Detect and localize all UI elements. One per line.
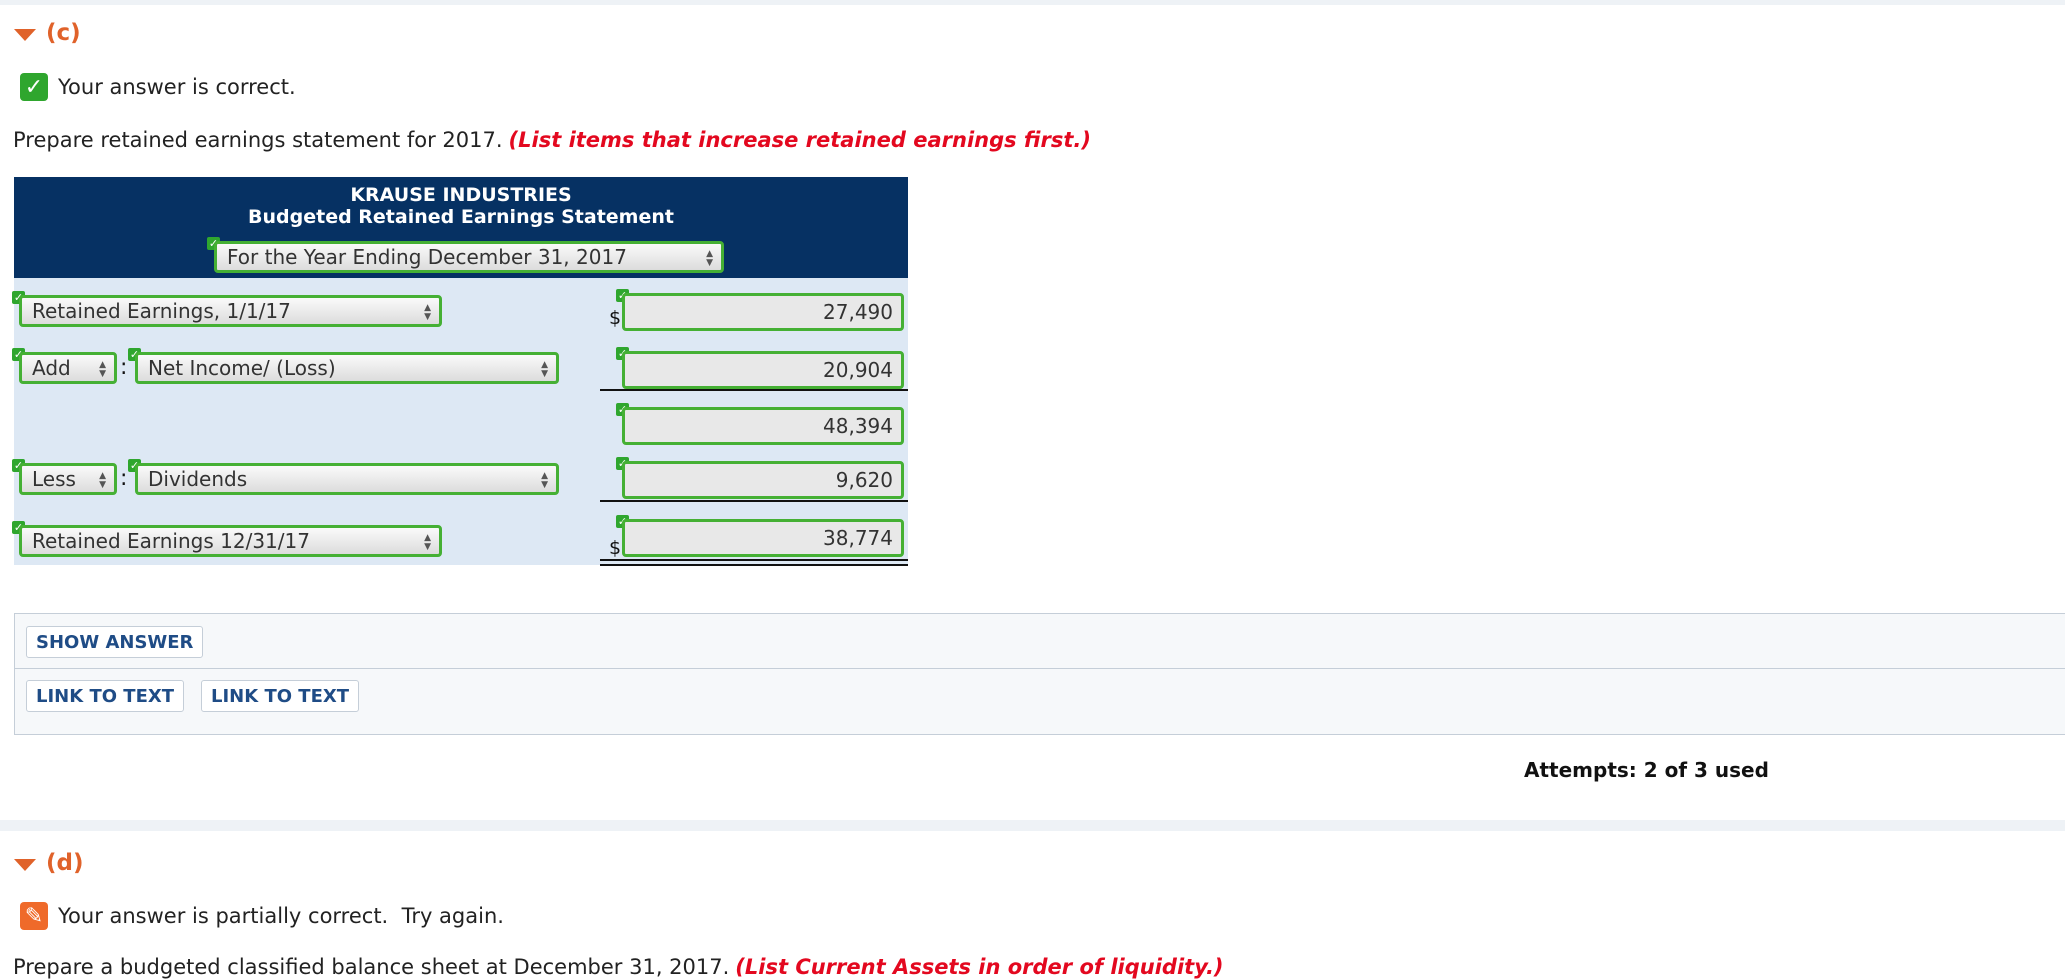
part-d-status-text: Your answer is partially correct. Try ag… (58, 904, 504, 928)
statement-title: Budgeted Retained Earnings Statement (248, 206, 674, 228)
row2-operator-value: Add (32, 356, 71, 380)
show-answer-button[interactable]: SHOW ANSWER (26, 626, 204, 658)
total-double-underline (600, 559, 908, 561)
answer-actions-panel: SHOW ANSWER LINK TO TEXT LINK TO TEXT (14, 613, 2065, 735)
row5-amount-input[interactable]: 38,774 (622, 519, 904, 557)
colon-separator: : (120, 466, 128, 491)
row2-amount-input[interactable]: 20,904 (622, 351, 904, 389)
part-d-toggle[interactable]: (d) (14, 850, 84, 876)
part-c-prompt-text: Prepare retained earnings statement for … (13, 128, 503, 152)
actions-divider (15, 668, 2065, 669)
part-d-hint: (List Current Assets in order of liquidi… (735, 955, 1224, 979)
part-c-toggle[interactable]: (c) (14, 20, 81, 46)
part-c-label: (c) (46, 20, 81, 46)
row1-account-select[interactable]: Retained Earnings, 1/1/17 ▲ ▼ (19, 295, 442, 327)
row2-operator-select[interactable]: Add ▲ ▼ (19, 352, 117, 384)
subtotal-amount-input[interactable]: 48,394 (622, 407, 904, 445)
check-icon: ✓ (20, 73, 48, 101)
row2-amount-value: 20,904 (823, 358, 893, 382)
period-select-value: For the Year Ending December 31, 2017 (227, 245, 627, 269)
row4-account-select[interactable]: Dividends ▲ ▼ (135, 463, 559, 495)
period-select[interactable]: For the Year Ending December 31, 2017 ▲ ▼ (214, 241, 724, 273)
select-arrows-icon: ▲ ▼ (99, 360, 106, 379)
part-c-prompt: Prepare retained earnings statement for … (13, 128, 1091, 152)
top-separator (0, 0, 2065, 5)
row1-dollar-sign: $ (609, 307, 622, 329)
link-to-text-button-2[interactable]: LINK TO TEXT (201, 680, 360, 712)
select-arrows-icon: ▲ ▼ (541, 471, 548, 490)
link-to-text-button[interactable]: LINK TO TEXT (26, 680, 185, 712)
row4-amount-input[interactable]: 9,620 (622, 461, 904, 499)
select-arrows-icon: ▲ ▼ (99, 471, 106, 490)
select-arrows-icon: ▲ ▼ (541, 360, 548, 379)
colon-separator: : (120, 355, 128, 380)
part-c-hint: (List items that increase retained earni… (508, 128, 1091, 152)
part-d-prompt: Prepare a budgeted classified balance sh… (13, 955, 1224, 979)
company-name: KRAUSE INDUSTRIES (350, 184, 572, 206)
row4-account-value: Dividends (148, 467, 248, 491)
row5-amount-value: 38,774 (823, 526, 893, 550)
row5-dollar-sign: $ (609, 537, 622, 559)
subtotal-underline (600, 389, 908, 391)
part-d-prompt-text: Prepare a budgeted classified balance sh… (13, 955, 730, 979)
part-c-status-text: Your answer is correct. (58, 75, 296, 99)
subtotal-amount-value: 48,394 (823, 414, 893, 438)
row4-operator-value: Less (32, 467, 76, 491)
row2-account-value: Net Income/ (Loss) (148, 356, 336, 380)
total-double-underline (600, 564, 908, 566)
part-c-status: ✓ Your answer is correct. (20, 73, 296, 101)
triangle-down-icon (14, 859, 36, 871)
triangle-down-icon (14, 29, 36, 41)
select-arrows-icon: ▲ ▼ (424, 303, 431, 322)
row1-account-value: Retained Earnings, 1/1/17 (32, 299, 291, 323)
row4-amount-value: 9,620 (835, 468, 893, 492)
retained-earnings-statement: KRAUSE INDUSTRIES Budgeted Retained Earn… (12, 177, 908, 565)
pencil-icon: ✎ (20, 902, 48, 930)
section-separator (0, 820, 2065, 831)
row1-amount-value: 27,490 (823, 300, 893, 324)
select-arrows-icon: ▲ ▼ (424, 533, 431, 552)
row5-account-select[interactable]: Retained Earnings 12/31/17 ▲ ▼ (19, 525, 442, 557)
select-arrows-icon: ▲ ▼ (706, 249, 713, 268)
part-d-label: (d) (46, 850, 84, 876)
attempts-counter: Attempts: 2 of 3 used (1524, 758, 1769, 782)
row5-account-value: Retained Earnings 12/31/17 (32, 529, 310, 553)
row1-amount-input[interactable]: 27,490 (622, 293, 904, 331)
row2-account-select[interactable]: Net Income/ (Loss) ▲ ▼ (135, 352, 559, 384)
part-d-status: ✎ Your answer is partially correct. Try … (20, 902, 504, 930)
row4-operator-select[interactable]: Less ▲ ▼ (19, 463, 117, 495)
subtotal-underline (600, 500, 908, 502)
